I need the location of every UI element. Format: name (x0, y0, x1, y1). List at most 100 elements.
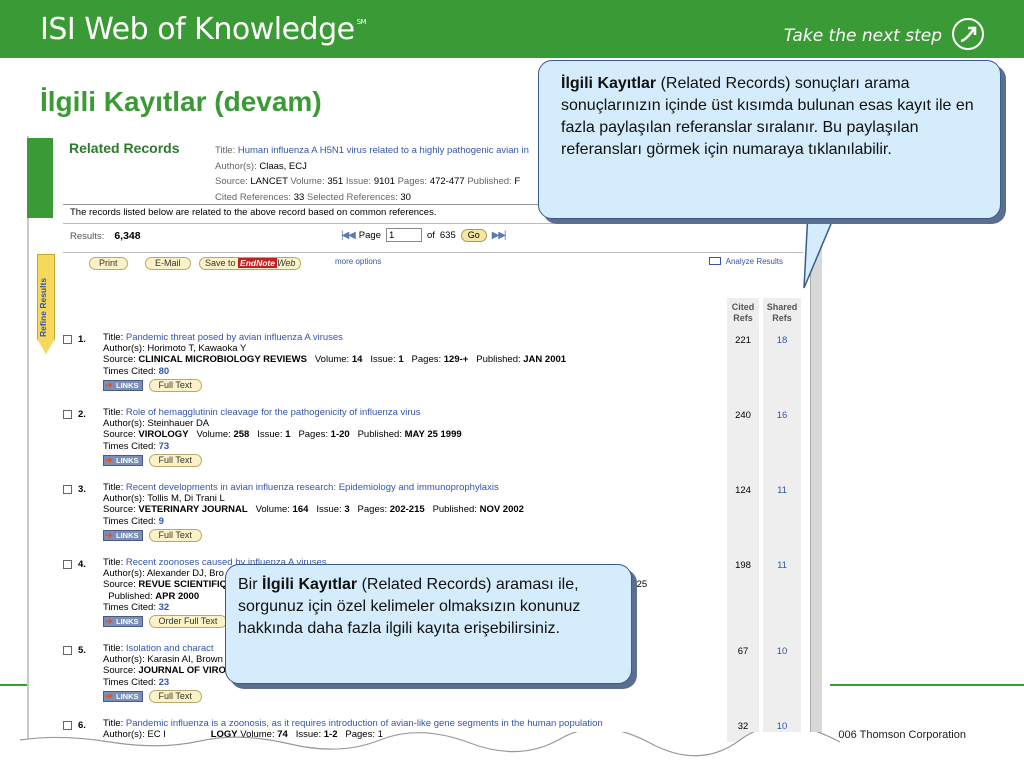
footer-divider-right (830, 684, 1024, 686)
meta-label: Published: (467, 176, 512, 187)
record-checkbox[interactable] (63, 485, 72, 494)
field-label: Times Cited: (103, 515, 156, 527)
record-body: Title: Isolation and charact Author(s): … (103, 643, 232, 703)
links-button[interactable]: LINKS (103, 529, 143, 541)
shared-refs-link[interactable]: 10 (763, 646, 801, 657)
field-label: Pages: (357, 504, 388, 516)
record-published: JAN 2001 (523, 354, 567, 366)
record-title-link[interactable]: Pandemic influenza is a zoonosis, as it … (126, 718, 603, 729)
field-label: Title: (103, 332, 124, 343)
record-title-link[interactable]: Role of hemagglutinin cleavage for the p… (126, 407, 421, 418)
links-button[interactable]: LINKS (103, 616, 143, 628)
cited-refs-value: 32 (737, 721, 749, 732)
record-journal: CLINICAL MICROBIOLOGY REVIEWS (138, 354, 307, 366)
callout-related-search-benefit: Bir İlgili Kayıtlar (Related Records) ar… (225, 564, 632, 684)
record-issue: 3 (344, 504, 350, 516)
full-text-button[interactable]: Full Text (148, 528, 202, 542)
record-volume: 164 (292, 504, 309, 516)
next-last-page-icon[interactable]: ▶ ▶| (492, 230, 507, 241)
record-checkbox[interactable] (63, 721, 72, 730)
field-label: Times Cited: (103, 601, 156, 613)
cited-references-count: 33 (293, 191, 305, 203)
meta-label: Author(s): (215, 160, 257, 172)
record-checkbox[interactable] (63, 335, 72, 344)
record-volume: 14 (351, 354, 363, 366)
field-label: Author(s): (103, 568, 145, 580)
refine-results-tab[interactable]: Refine Results (37, 254, 55, 354)
record-checkbox[interactable] (63, 560, 72, 569)
source-journal: LANCET (250, 176, 288, 187)
meta-label: Volume: (290, 176, 325, 187)
email-button[interactable]: E-Mail (145, 257, 191, 270)
record-journal: REVUE SCIENTIFIQU (138, 579, 234, 591)
full-text-button[interactable]: Full Text (148, 378, 202, 392)
brand-name: ISI Web of Knowledge (40, 12, 355, 47)
save-to-endnote-button[interactable]: Save to EndNote Web (199, 257, 302, 270)
links-button[interactable]: LINKS (103, 690, 143, 702)
times-cited-link[interactable]: 73 (159, 441, 170, 452)
times-cited-link[interactable]: 32 (159, 602, 170, 613)
record-body: Title: Recent developments in avian infl… (103, 482, 524, 542)
arrow-circle-icon (952, 18, 984, 50)
print-button[interactable]: Print (89, 257, 128, 270)
related-records-heading: Related Records (69, 140, 180, 156)
field-label: Times Cited: (103, 365, 156, 377)
record-number: 6. (78, 720, 86, 731)
links-button[interactable]: LINKS (103, 379, 143, 391)
page-label: Page (358, 229, 381, 241)
record-title-link[interactable]: Isolation and charact (126, 643, 214, 654)
first-prev-page-icon[interactable]: |◀ ◀ (341, 230, 356, 241)
go-button[interactable]: Go (460, 228, 487, 242)
times-cited-link[interactable]: 23 (159, 677, 170, 688)
header-line: Shared (766, 302, 798, 312)
field-label: Issue: (257, 429, 283, 441)
field-label: Source: (103, 579, 136, 591)
total-pages: 635 (439, 229, 456, 241)
full-text-button[interactable]: Full Text (148, 689, 202, 703)
more-options-link[interactable]: more options (335, 257, 381, 266)
shared-refs-link[interactable]: 16 (763, 410, 801, 421)
record-checkbox[interactable] (63, 410, 72, 419)
cited-refs-header[interactable]: Cited Refs (727, 298, 759, 324)
record-title-link[interactable]: Pandemic threat posed by avian influenza… (126, 332, 343, 343)
record-authors: Steinhauer DA (147, 418, 210, 430)
source-record-title-link[interactable]: Human influenza A H5N1 virus related to … (238, 145, 529, 156)
meta-label: Cited References: (215, 191, 292, 203)
endnote-web-label: Web (277, 258, 296, 268)
field-label: Author(s): (103, 493, 145, 505)
record-authors: Horimoto T, Kawaoka Y (147, 343, 247, 355)
record-number: 1. (78, 334, 86, 345)
record-checkbox[interactable] (63, 646, 72, 655)
times-cited-link[interactable]: 80 (159, 366, 170, 377)
meta-label: Title: (215, 145, 236, 156)
page-number-input[interactable] (385, 228, 422, 242)
shared-refs-link[interactable]: 10 (763, 721, 801, 732)
cited-refs-value: 221 (735, 335, 751, 346)
shared-refs-link[interactable]: 11 (763, 560, 801, 571)
copyright: 006 Thomson Corporation (838, 729, 966, 741)
record-authors: Tollis M, Di Trani L (147, 493, 225, 505)
record-body: Title: Pandemic threat posed by avian in… (103, 332, 566, 392)
links-button[interactable]: LINKS (103, 454, 143, 466)
save-prefix: Save to (205, 258, 236, 268)
record-journal: JOURNAL OF VIROL (138, 665, 232, 677)
result-record: 2. Title: Role of hemagglutinin cleavage… (63, 407, 803, 479)
brand-logo: ISI Web of Knowledge SM (40, 12, 367, 47)
field-label: Published: (476, 354, 521, 366)
times-cited-link[interactable]: 9 (159, 516, 164, 527)
field-label: Volume: (255, 504, 290, 516)
full-text-button[interactable]: Full Text (148, 453, 202, 467)
cited-refs-value: 198 (735, 560, 751, 571)
record-number: 3. (78, 484, 86, 495)
shared-refs-link[interactable]: 11 (763, 485, 801, 496)
divider (63, 223, 803, 224)
analyze-results-link[interactable]: Analyze Results (708, 257, 783, 266)
field-label: Published: (432, 504, 477, 516)
record-issue: 1 (398, 354, 404, 366)
source-record-meta: Title: Human influenza A H5N1 virus rela… (215, 143, 529, 205)
shared-refs-header[interactable]: Shared Refs (763, 298, 801, 324)
record-title-link[interactable]: Recent developments in avian influenza r… (126, 482, 499, 493)
header-line: Cited (731, 302, 755, 312)
order-full-text-button[interactable]: Order Full Text (148, 615, 228, 629)
shared-refs-link[interactable]: 18 (763, 335, 801, 346)
